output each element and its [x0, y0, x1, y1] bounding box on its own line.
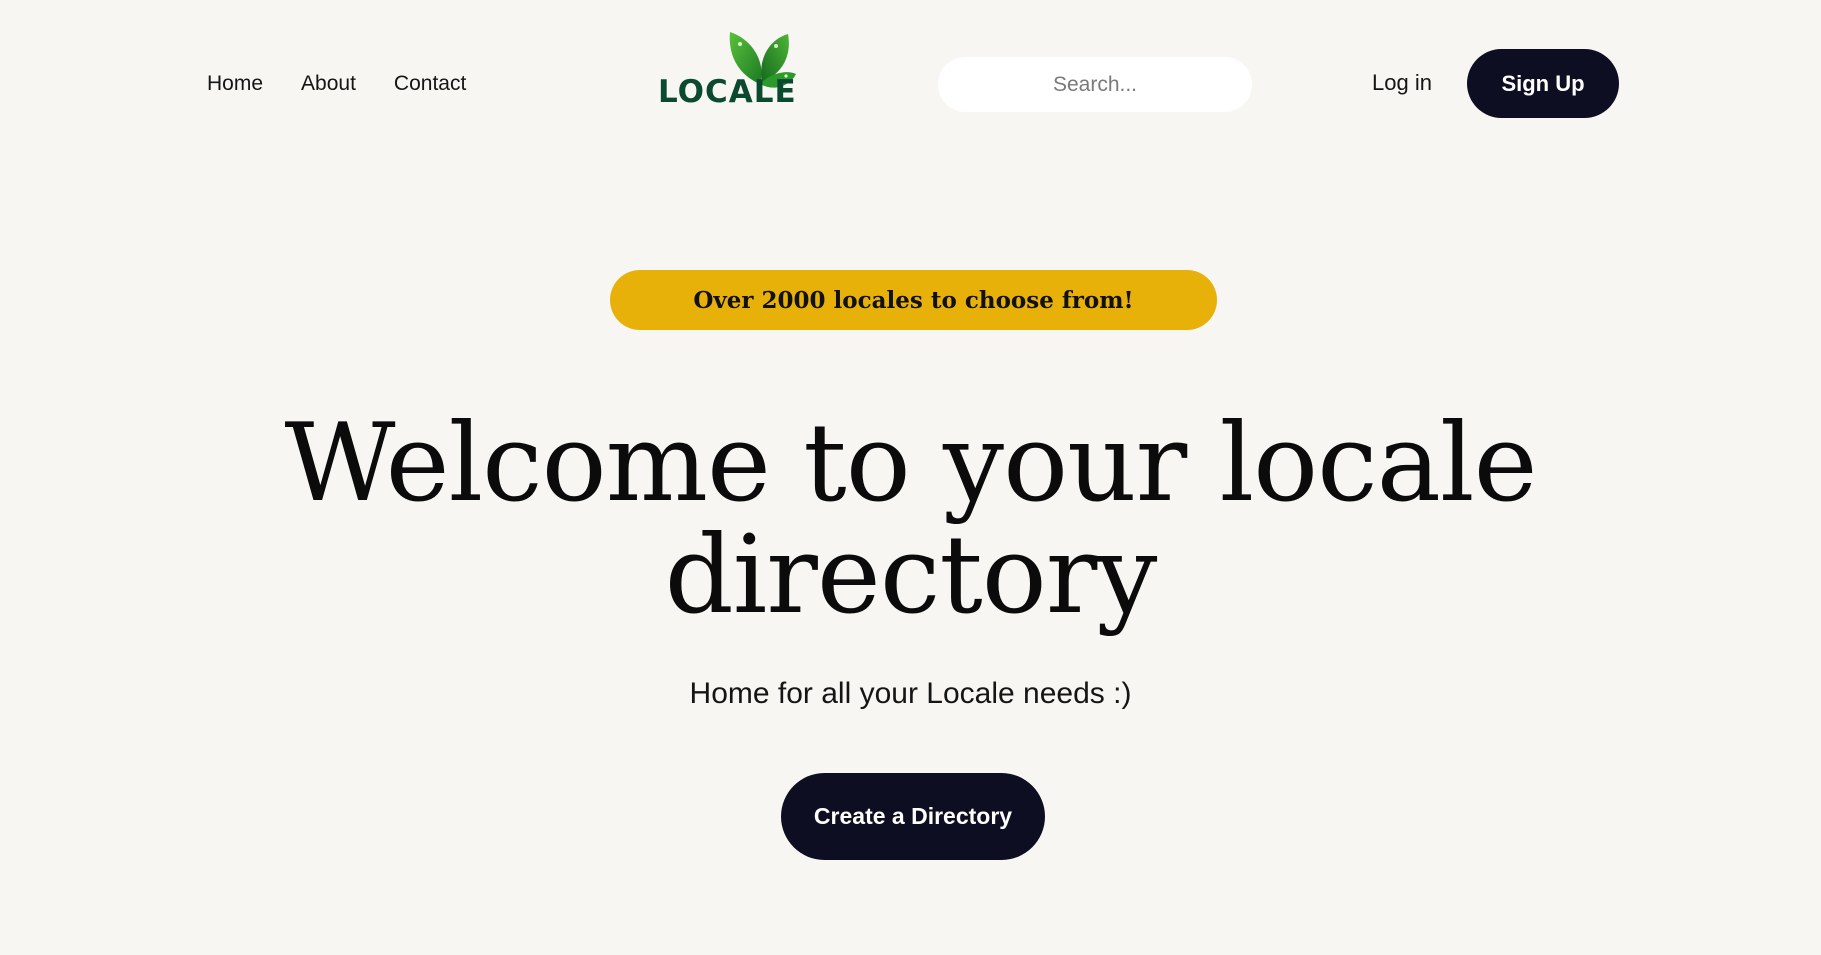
- hero-title-line-1: Welcome to your locale: [284, 401, 1537, 526]
- hero-subtitle: Home for all your Locale needs :): [689, 677, 1132, 710]
- promo-badge: Over 2000 locales to choose from!: [610, 270, 1217, 330]
- signup-button[interactable]: Sign Up: [1467, 49, 1619, 118]
- locale-logo[interactable]: LOCALE: [658, 30, 810, 110]
- logo-wordmark: LOCALE: [658, 74, 797, 110]
- login-link[interactable]: Log in: [1372, 70, 1432, 96]
- main-nav: Home About Contact: [207, 72, 466, 96]
- create-directory-button[interactable]: Create a Directory: [781, 773, 1045, 860]
- hero-title: Welcome to your locale directory: [0, 408, 1821, 632]
- nav-link-home[interactable]: Home: [207, 72, 263, 96]
- search-box: [938, 57, 1252, 112]
- nav-link-contact[interactable]: Contact: [394, 72, 466, 96]
- search-input[interactable]: [938, 57, 1252, 112]
- nav-link-about[interactable]: About: [301, 72, 356, 96]
- hero-title-line-2: directory: [664, 513, 1158, 638]
- landing-page: Home About Contact LOCALE Search... Log …: [0, 0, 1821, 955]
